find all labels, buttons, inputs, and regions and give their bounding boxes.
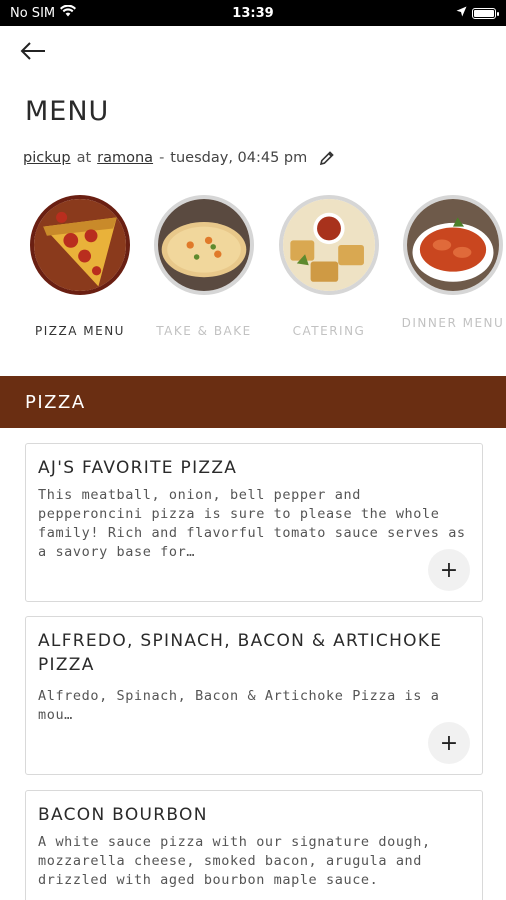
section-header: PIZZA: [0, 376, 506, 428]
pencil-icon[interactable]: [319, 150, 335, 166]
item-name: AJ'S FAVORITE PIZZA: [38, 458, 238, 478]
category-pizza-menu[interactable]: PIZZA MENU: [20, 195, 140, 339]
order-info: pickup at ramona - tuesday, 04:45 pm: [23, 150, 335, 166]
status-bar: No SIM 13:39: [0, 0, 506, 26]
at-word: at: [76, 150, 92, 166]
category-take-bake[interactable]: TAKE & BAKE: [144, 195, 264, 339]
arrow-left-icon: [20, 42, 46, 64]
take-bake-image: [154, 195, 254, 295]
status-left: No SIM: [10, 4, 77, 21]
category-label: DINNER MENU: [401, 316, 505, 330]
plus-icon: +: [439, 557, 459, 583]
menu-item-card[interactable]: AJ'S FAVORITE PIZZA This meatball, onion…: [25, 443, 483, 602]
menu-item-card[interactable]: ALFREDO, SPINACH, BACON & ARTICHOKE PIZZ…: [25, 616, 483, 775]
item-description: A white sauce pizza with our signature d…: [38, 834, 431, 888]
category-carousel: PIZZA MENU TAKE & BAKE CATERING DINNER M…: [0, 195, 506, 355]
status-right: [456, 6, 499, 21]
category-label: TAKE & BAKE: [156, 324, 252, 338]
category-dinner-menu[interactable]: DINNER MENU: [393, 195, 506, 331]
item-description: Alfredo, Spinach, Bacon & Artichoke Pizz…: [38, 688, 440, 723]
category-label: CATERING: [292, 324, 366, 338]
wifi-icon: [60, 4, 77, 21]
carrier-label: No SIM: [10, 5, 56, 21]
location-arrow-icon: [456, 6, 467, 21]
back-button[interactable]: [20, 38, 54, 68]
location-link[interactable]: ramona: [97, 150, 153, 166]
pizza-menu-image: [30, 195, 130, 295]
plus-icon: +: [439, 730, 459, 756]
page-title: MENU: [25, 96, 110, 127]
add-item-button[interactable]: +: [428, 722, 470, 764]
item-name: ALFREDO, SPINACH, BACON & ARTICHOKE PIZZ…: [38, 631, 443, 675]
dinner-menu-image: [403, 195, 503, 295]
item-description: This meatball, onion, bell pepper and pe…: [38, 487, 466, 560]
order-separator: -: [159, 150, 165, 166]
catering-image: [279, 195, 379, 295]
pickup-method-link[interactable]: pickup: [23, 150, 71, 166]
order-schedule: tuesday, 04:45 pm: [170, 150, 308, 166]
category-catering[interactable]: CATERING: [269, 195, 389, 339]
menu-item-card[interactable]: BACON BOURBON A white sauce pizza with o…: [25, 790, 483, 900]
add-item-button[interactable]: +: [428, 549, 470, 591]
battery-icon: [472, 7, 499, 19]
item-name: BACON BOURBON: [38, 805, 208, 825]
category-label: PIZZA MENU: [35, 324, 125, 338]
